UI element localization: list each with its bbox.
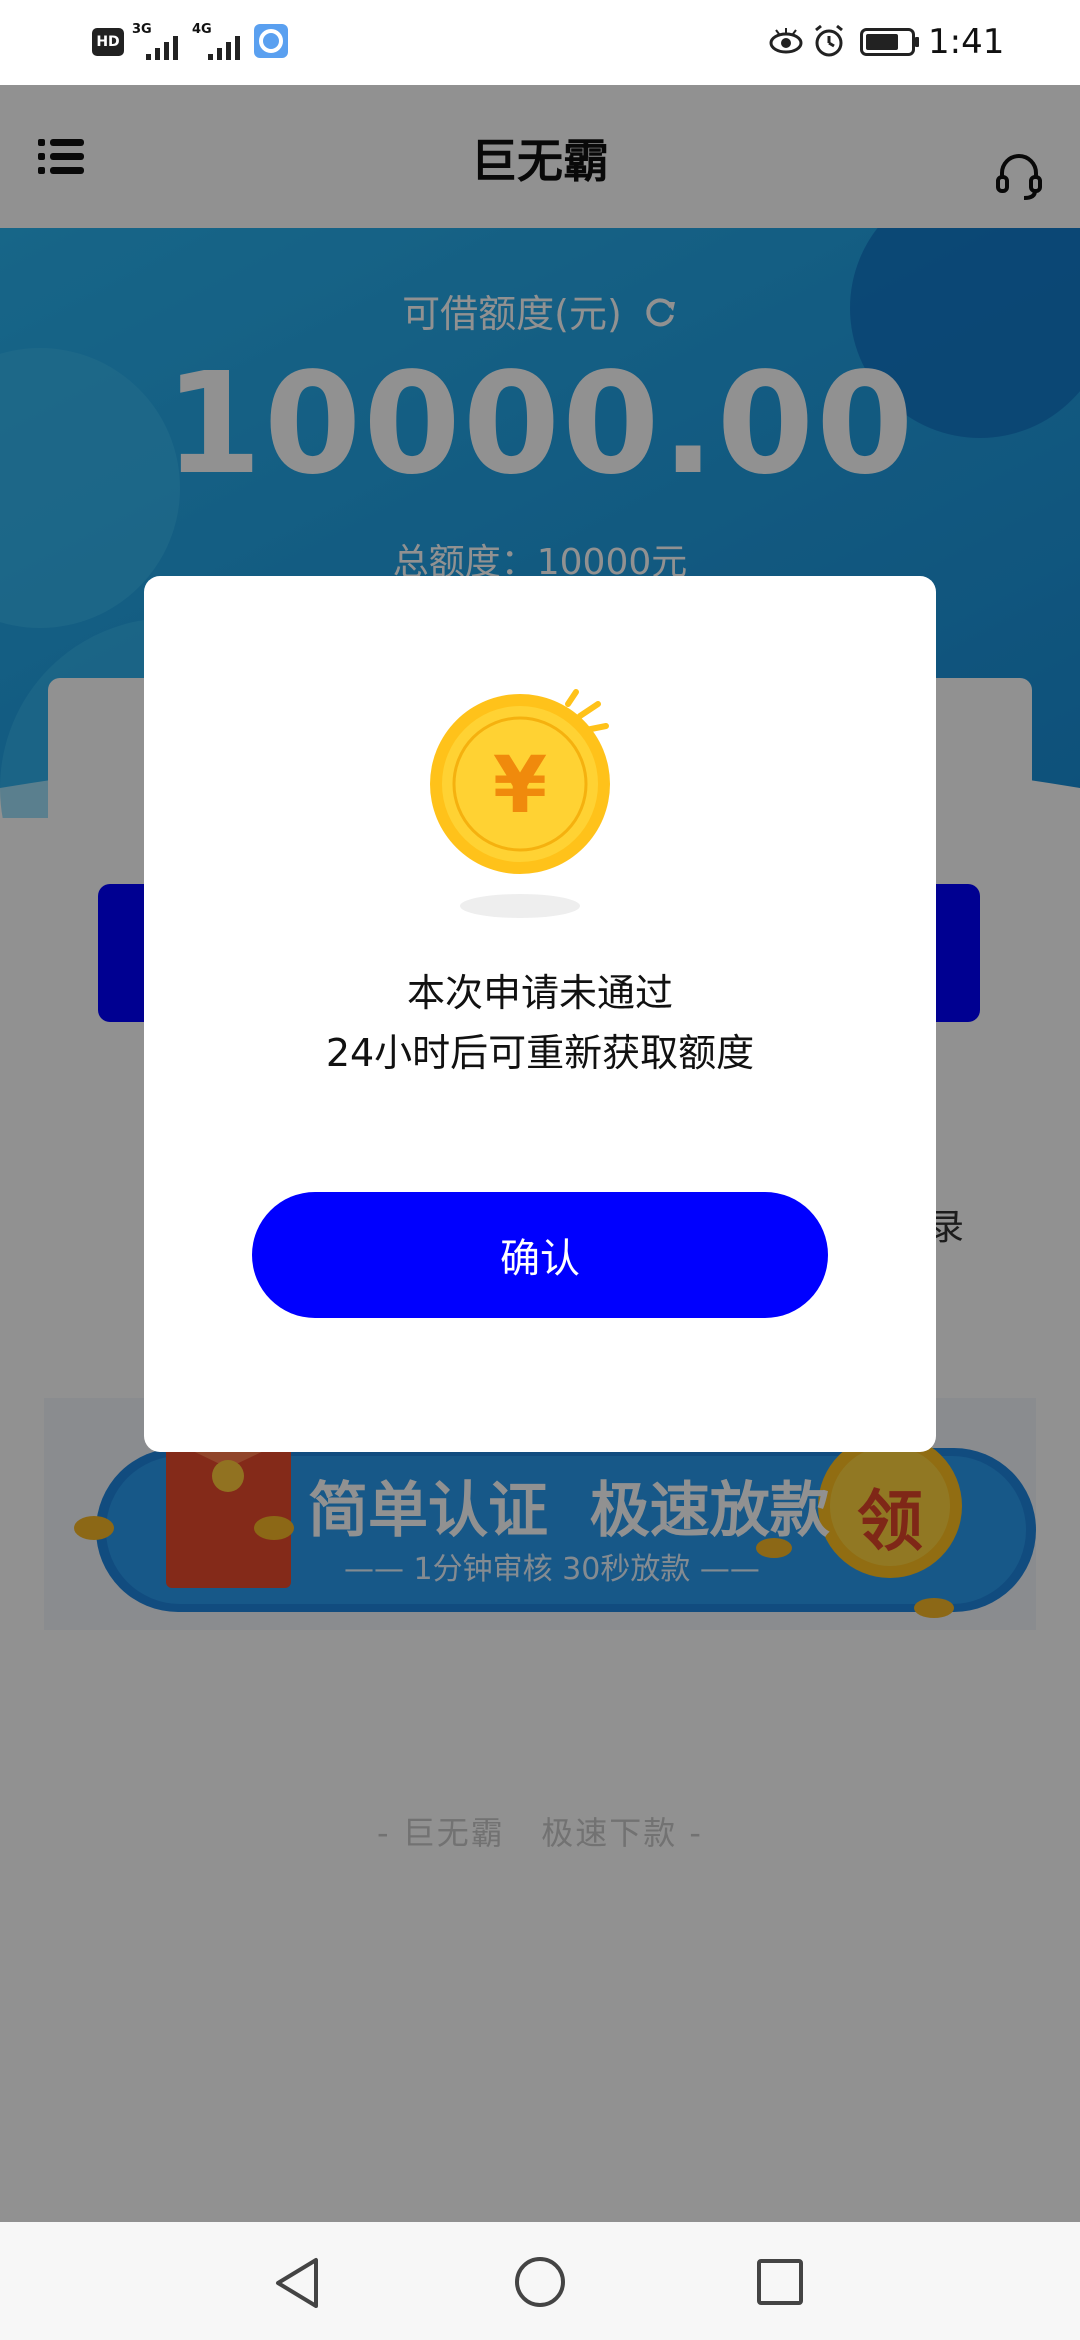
home-circle-icon[interactable] xyxy=(514,2256,566,2312)
result-dialog: ¥ 本次申请未通过 24小时后可重新获取额度 确认 xyxy=(144,576,936,1452)
recents-square-icon[interactable] xyxy=(756,2258,804,2310)
signal-icon: 3G xyxy=(132,22,184,60)
clock-time: 1:41 xyxy=(928,22,1005,62)
dialog-message-line1: 本次申请未通过 xyxy=(406,971,673,1015)
hd-icon: HD xyxy=(92,28,124,56)
signal-icon: 4G xyxy=(192,22,248,60)
dialog-message-line2: 24小时后可重新获取额度 xyxy=(325,1031,755,1075)
back-triangle-icon[interactable] xyxy=(272,2256,324,2314)
confirm-button[interactable]: 确认 xyxy=(252,1192,828,1318)
battery-icon xyxy=(860,28,920,60)
alarm-icon xyxy=(812,24,846,62)
hd-badge-text: HD xyxy=(96,34,120,50)
coin-yuan-symbol: ¥ xyxy=(493,741,547,831)
eye-comfort-icon xyxy=(768,26,804,60)
gold-yuan-coin-icon: ¥ xyxy=(428,674,628,924)
system-nav-bar xyxy=(0,2222,1080,2340)
status-bar: HD 3G 4G 1:41 xyxy=(0,0,1080,85)
browser-app-icon xyxy=(254,24,288,58)
